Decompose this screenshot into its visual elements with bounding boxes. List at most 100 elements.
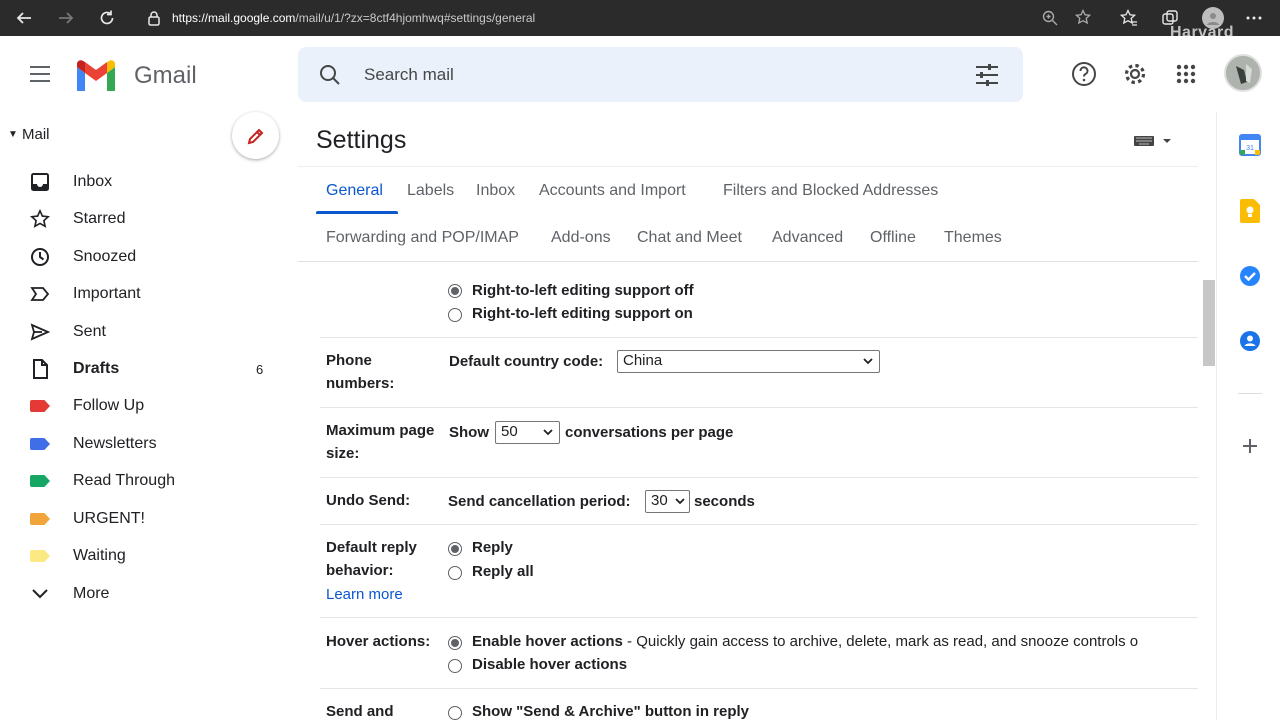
clock-icon <box>30 247 50 267</box>
sidebar-item-label: Read Through <box>73 472 175 489</box>
search-bar[interactable]: Search mail <box>298 47 1023 102</box>
sidebar-item-drafts[interactable]: Drafts 6 <box>0 351 290 387</box>
country-code-select[interactable]: China <box>617 350 880 373</box>
tab-addons[interactable]: Add-ons <box>551 229 611 247</box>
more-icon[interactable] <box>1244 8 1264 28</box>
gmail-logo-icon[interactable] <box>74 58 118 96</box>
sidebar-item-label: Snoozed <box>73 248 137 265</box>
sidebar-item-more[interactable]: More <box>0 576 290 612</box>
enable-hover-option: Enable hover actions <box>472 633 623 650</box>
rtl-off-radio[interactable] <box>448 284 462 298</box>
zoom-icon[interactable] <box>1040 8 1060 28</box>
divider <box>298 166 1198 167</box>
url-path: /mail/u/1/?zx=8ctf4hjomhwq#settings/gene… <box>295 11 536 25</box>
disable-hover-radio[interactable] <box>448 659 462 673</box>
important-icon <box>30 284 50 304</box>
reply-radio[interactable] <box>448 542 462 556</box>
forward-icon[interactable] <box>56 8 76 28</box>
tab-filters[interactable]: Filters and Blocked Addresses <box>723 182 938 200</box>
tab-themes[interactable]: Themes <box>944 229 1002 247</box>
reply-behavior-label: Default reply behavior: <box>326 536 417 582</box>
tab-forwarding[interactable]: Forwarding and POP/IMAP <box>326 229 519 247</box>
collapse-arrow-icon[interactable]: ▼ <box>8 129 22 140</box>
divider <box>1238 393 1262 394</box>
search-icon[interactable] <box>319 64 341 91</box>
reload-icon[interactable] <box>97 8 117 28</box>
sidebar-item-waiting[interactable]: Waiting <box>0 538 290 574</box>
reply-all-radio[interactable] <box>448 566 462 580</box>
label-icon <box>30 546 50 566</box>
chevron-down-icon <box>862 354 874 372</box>
back-icon[interactable] <box>14 8 34 28</box>
tasks-icon[interactable] <box>1238 264 1262 288</box>
draft-icon <box>30 359 50 379</box>
rtl-on-radio[interactable] <box>448 308 462 322</box>
sidebar-item-sent[interactable]: Sent <box>0 314 290 350</box>
chevron-down-icon <box>30 584 50 604</box>
label-icon <box>30 396 50 416</box>
account-avatar[interactable] <box>1224 54 1262 92</box>
mail-section-header[interactable]: ▼ Mail <box>8 126 50 143</box>
sidebar-item-urgent[interactable]: URGENT! <box>0 501 290 537</box>
cancellation-suffix: seconds <box>694 493 755 510</box>
reply-label-line2: behavior: <box>326 562 394 579</box>
page-size-value: 50 <box>501 423 518 440</box>
tab-offline[interactable]: Offline <box>870 229 916 247</box>
sidebar-item-newsletters[interactable]: Newsletters <box>0 426 290 462</box>
enable-hover-radio[interactable] <box>448 636 462 650</box>
divider <box>320 688 1198 689</box>
tab-labels[interactable]: Labels <box>407 182 454 200</box>
send-icon <box>30 322 50 342</box>
search-options-icon[interactable] <box>975 64 999 91</box>
sidebar-item-inbox[interactable]: Inbox <box>0 164 290 200</box>
sidebar-item-label: Newsletters <box>73 435 157 452</box>
sidebar-item-follow-up[interactable]: Follow Up <box>0 388 290 424</box>
add-addon-icon[interactable] <box>1238 434 1262 458</box>
keep-icon[interactable] <box>1238 199 1262 223</box>
show-send-archive-radio[interactable] <box>448 706 462 720</box>
page-title: Settings <box>316 126 407 154</box>
tab-chat-meet[interactable]: Chat and Meet <box>637 229 742 247</box>
rtl-on-label: Right-to-left editing support on <box>472 305 693 322</box>
divider <box>320 524 1198 525</box>
main-menu-icon[interactable] <box>20 54 60 94</box>
scrollbar-thumb[interactable] <box>1203 280 1215 366</box>
apps-grid-icon[interactable] <box>1166 54 1206 94</box>
phone-label: Phone numbers: <box>326 349 394 395</box>
contacts-icon[interactable] <box>1238 329 1262 353</box>
page-size-select[interactable]: 50 <box>495 421 560 444</box>
sidebar-item-starred[interactable]: Starred <box>0 201 290 237</box>
add-favorite-icon[interactable] <box>1074 8 1094 28</box>
divider <box>320 477 1198 478</box>
phone-label-line1: Phone <box>326 352 372 369</box>
tab-accounts-import[interactable]: Accounts and Import <box>539 182 686 200</box>
help-icon[interactable] <box>1064 54 1104 94</box>
pencil-icon <box>247 128 263 144</box>
disable-hover-label: Disable hover actions <box>472 656 628 673</box>
tab-general[interactable]: General <box>326 182 383 200</box>
sidebar-item-read-through[interactable]: Read Through <box>0 463 290 499</box>
compose-button[interactable] <box>232 112 279 159</box>
divider <box>320 337 1198 338</box>
reply-label-line1: Default reply <box>326 539 417 556</box>
address-bar[interactable]: https://mail.google.com/mail/u/1/?zx=8ct… <box>172 11 535 25</box>
settings-gear-icon[interactable] <box>1115 54 1155 94</box>
search-input[interactable]: Search mail <box>364 65 454 85</box>
calendar-icon[interactable]: 31 <box>1238 133 1262 157</box>
sidebar-item-important[interactable]: Important <box>0 276 290 312</box>
page-size-label: Maximum page size: <box>326 419 434 465</box>
divider <box>320 407 1198 408</box>
inbox-icon <box>30 172 50 192</box>
input-tools-icon[interactable] <box>1134 134 1174 153</box>
tab-advanced[interactable]: Advanced <box>772 229 843 247</box>
star-icon <box>30 209 50 229</box>
tab-inbox[interactable]: Inbox <box>476 182 515 200</box>
sidebar-item-label: Sent <box>73 323 106 340</box>
sidebar-item-snoozed[interactable]: Snoozed <box>0 239 290 275</box>
favorites-icon[interactable] <box>1119 8 1139 28</box>
learn-more-link[interactable]: Learn more <box>326 586 403 603</box>
cancellation-period-select[interactable]: 30 <box>645 490 690 513</box>
label-icon <box>30 434 50 454</box>
sidebar-item-label: URGENT! <box>73 510 145 527</box>
cancellation-period-label: Send cancellation period: <box>448 493 631 510</box>
